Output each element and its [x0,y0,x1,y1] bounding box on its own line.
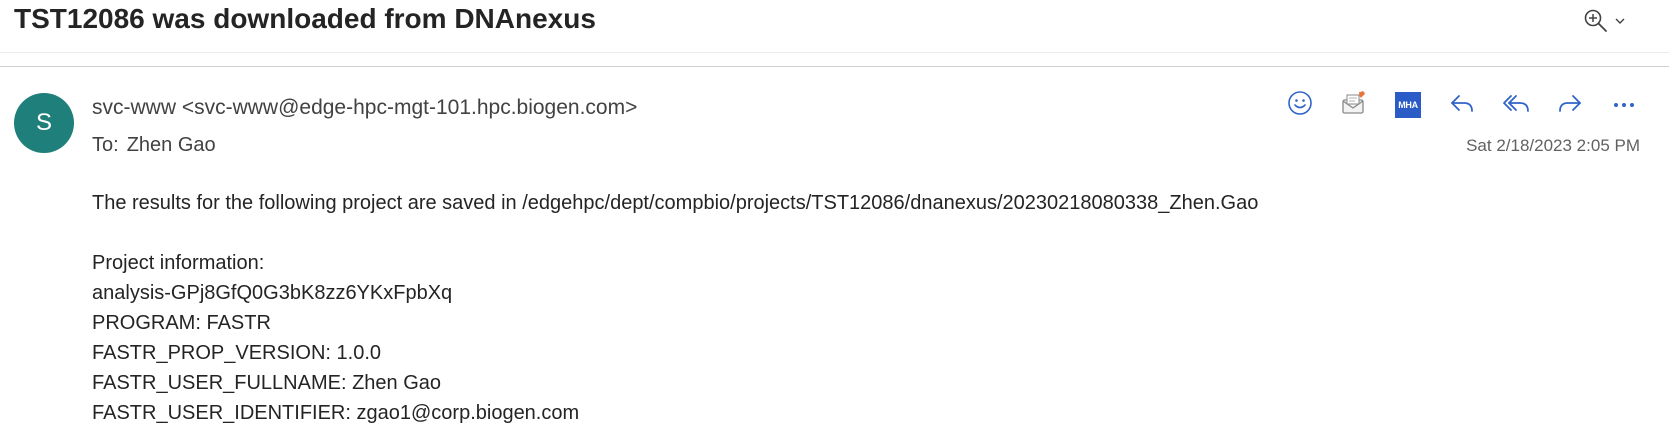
reply-icon [1448,91,1476,120]
sender-address[interactable]: svc-www <svc-www@edge-hpc-mgt-101.hpc.bi… [92,96,637,120]
body-line: FASTR_USER_IDENTIFIER: zgao1@corp.biogen… [92,402,580,424]
mha-button[interactable]: MHA [1381,90,1435,120]
body-line: analysis-GPj8GfQ0G3bK8zz6YKxFpbXq [92,282,453,304]
reply-all-icon [1501,91,1531,120]
recipient-line: To: Zhen Gao [92,134,216,157]
reply-all-button[interactable] [1489,90,1543,120]
zoom-in-icon [1583,8,1609,39]
recipient-name[interactable]: Zhen Gao [127,134,216,156]
mha-icon: MHA [1395,92,1421,118]
sender-avatar[interactable]: S [14,93,74,153]
more-actions-button[interactable] [1597,90,1651,120]
forward-icon [1556,91,1584,120]
zoom-button[interactable] [1583,8,1627,39]
header-divider [0,66,1669,67]
message-actions: MHA [1273,90,1651,120]
avatar-initial: S [35,109,52,136]
reply-button[interactable] [1435,90,1489,120]
body-line: FASTR_PROP_VERSION: 1.0.0 [92,342,381,364]
forward-button[interactable] [1543,90,1597,120]
report-icon [1340,89,1368,122]
to-label: To: [92,134,119,156]
sent-date: Sat 2/18/2023 2:05 PM [1466,136,1640,155]
body-line: Project information: [92,252,265,274]
reaction-button[interactable] [1273,90,1327,120]
message-body: The results for the following project ar… [92,188,1258,428]
email-subject: TST12086 was downloaded from DNAnexus [14,3,596,34]
body-line: PROGRAM: FASTR [92,312,271,334]
body-intro: The results for the following project ar… [92,192,1259,214]
chevron-down-icon [1613,14,1627,33]
subject-bar: TST12086 was downloaded from DNAnexus [0,0,1669,53]
body-line: FASTR_USER_FULLNAME: Zhen Gao [92,372,442,394]
smiley-icon [1287,90,1313,121]
report-message-button[interactable] [1327,90,1381,120]
more-icon [1612,96,1636,114]
